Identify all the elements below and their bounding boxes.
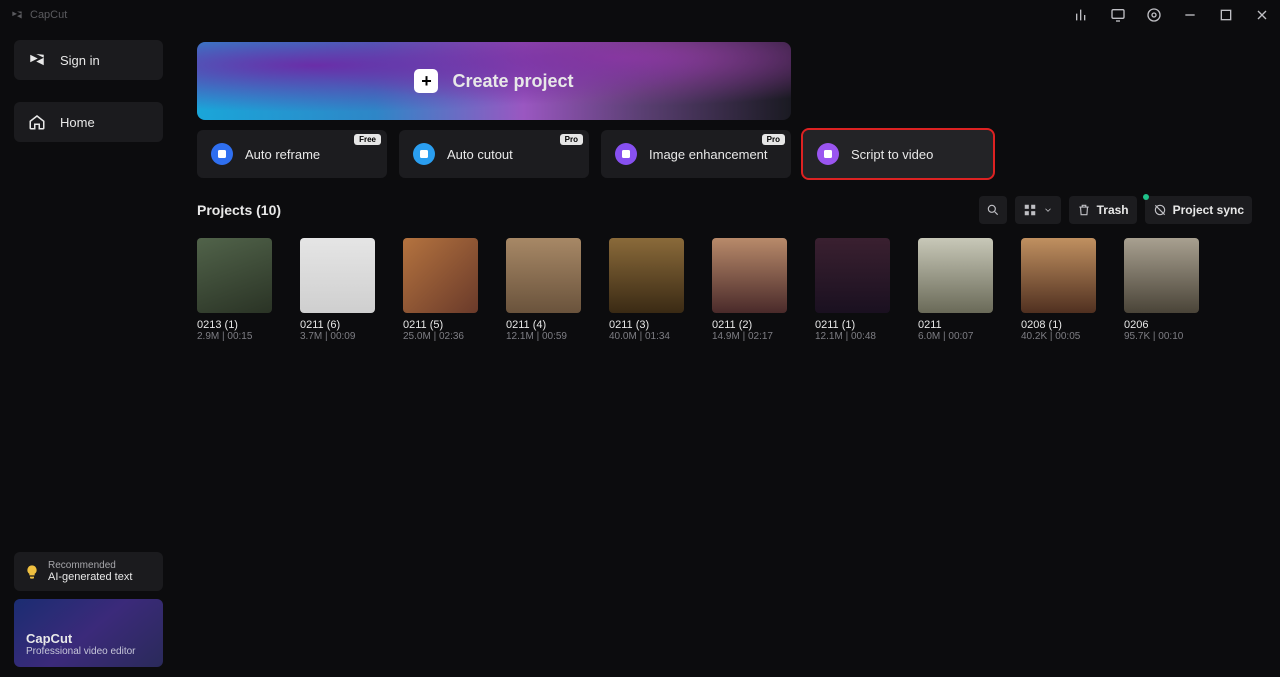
sidebar: Sign in Home Recommended AI-generated te… (0, 30, 177, 677)
recommended-text: AI-generated text (48, 571, 132, 583)
project-name: 0211 (5) (403, 319, 478, 331)
project-thumbnail (403, 238, 478, 313)
project-item[interactable]: 0213 (1)2.9M | 00:15 (197, 238, 272, 342)
settings-icon[interactable] (1146, 7, 1162, 23)
recommended-tag: Recommended (48, 560, 132, 571)
stats-icon[interactable] (1074, 7, 1090, 23)
badge: Pro (560, 134, 583, 145)
sync-icon (1153, 203, 1167, 217)
project-name: 0211 (2) (712, 319, 787, 331)
project-meta: 40.2K | 00:05 (1021, 331, 1096, 342)
feature-reframe[interactable]: Free Auto reframe (197, 130, 387, 178)
project-name: 0206 (1124, 319, 1199, 331)
enhance-icon (615, 143, 637, 165)
badge: Pro (762, 134, 785, 145)
project-item[interactable]: 0211 (2)14.9M | 02:17 (712, 238, 787, 342)
promo-subtitle: Professional video editor (26, 646, 151, 657)
project-name: 0211 (4) (506, 319, 581, 331)
project-thumbnail (1124, 238, 1199, 313)
home-icon (28, 113, 46, 131)
feature-row: Free Auto reframe Pro Auto cutout Pro Image e… (197, 130, 1252, 178)
project-item[interactable]: 0211 (5)25.0M | 02:36 (403, 238, 478, 342)
feature-label: Auto cutout (447, 147, 513, 162)
sync-label: Project sync (1173, 203, 1244, 217)
script-icon (817, 143, 839, 165)
lightbulb-icon (24, 564, 40, 580)
feature-label: Image enhancement (649, 147, 768, 162)
project-thumbnail (506, 238, 581, 313)
trash-icon (1077, 203, 1091, 217)
project-meta: 25.0M | 02:36 (403, 331, 478, 342)
feature-script[interactable]: Script to video (803, 130, 993, 178)
search-icon (986, 203, 1000, 217)
project-grid: 0213 (1)2.9M | 00:15 0211 (6)3.7M | 00:09… (197, 238, 1252, 342)
projects-header: Projects (10) Trash Project sync (197, 196, 1252, 224)
project-name: 0211 (918, 319, 993, 331)
project-meta: 95.7K | 00:10 (1124, 331, 1199, 342)
project-sync-button[interactable]: Project sync (1145, 196, 1252, 224)
project-thumbnail (197, 238, 272, 313)
app-brand: CapCut (10, 8, 67, 22)
project-meta: 6.0M | 00:07 (918, 331, 993, 342)
reframe-icon (211, 143, 233, 165)
project-name: 0208 (1) (1021, 319, 1096, 331)
app-name: CapCut (30, 9, 67, 21)
project-item[interactable]: 02116.0M | 00:07 (918, 238, 993, 342)
project-thumbnail (1021, 238, 1096, 313)
project-meta: 12.1M | 00:48 (815, 331, 890, 342)
create-label: Create project (452, 71, 573, 92)
recommended-card[interactable]: Recommended AI-generated text (14, 552, 163, 591)
project-name: 0211 (6) (300, 319, 375, 331)
promo-card[interactable]: CapCut Professional video editor (14, 599, 163, 667)
home-button[interactable]: Home (14, 102, 163, 142)
minimize-icon[interactable] (1182, 7, 1198, 23)
signin-button[interactable]: Sign in (14, 40, 163, 80)
feature-cutout[interactable]: Pro Auto cutout (399, 130, 589, 178)
project-thumbnail (815, 238, 890, 313)
plus-icon: + (414, 69, 438, 93)
projects-title: Projects (10) (197, 202, 281, 218)
titlebar: CapCut (0, 0, 1280, 30)
chevron-down-icon (1043, 203, 1053, 217)
project-item[interactable]: 0211 (4)12.1M | 00:59 (506, 238, 581, 342)
project-item[interactable]: 0211 (3)40.0M | 01:34 (609, 238, 684, 342)
project-thumbnail (712, 238, 787, 313)
close-icon[interactable] (1254, 7, 1270, 23)
project-name: 0213 (1) (197, 319, 272, 331)
view-toggle-button[interactable] (1015, 196, 1061, 224)
project-meta: 12.1M | 00:59 (506, 331, 581, 342)
promo-title: CapCut (26, 631, 151, 646)
feature-label: Script to video (851, 147, 933, 162)
content: + Create project Free Auto reframe Pro Auto… (177, 30, 1280, 677)
project-name: 0211 (1) (815, 319, 890, 331)
project-meta: 3.7M | 00:09 (300, 331, 375, 342)
app-logo-icon (10, 8, 24, 22)
signin-label: Sign in (60, 53, 100, 68)
create-project-button[interactable]: + Create project (197, 42, 791, 120)
cutout-icon (413, 143, 435, 165)
search-button[interactable] (979, 196, 1007, 224)
badge: Free (354, 134, 381, 145)
home-label: Home (60, 115, 95, 130)
project-thumbnail (300, 238, 375, 313)
project-item[interactable]: 0211 (1)12.1M | 00:48 (815, 238, 890, 342)
project-item[interactable]: 020695.7K | 00:10 (1124, 238, 1199, 342)
trash-label: Trash (1097, 203, 1129, 217)
project-name: 0211 (3) (609, 319, 684, 331)
project-item[interactable]: 0208 (1)40.2K | 00:05 (1021, 238, 1096, 342)
project-item[interactable]: 0211 (6)3.7M | 00:09 (300, 238, 375, 342)
feedback-icon[interactable] (1110, 7, 1126, 23)
project-thumbnail (609, 238, 684, 313)
trash-button[interactable]: Trash (1069, 196, 1137, 224)
project-meta: 2.9M | 00:15 (197, 331, 272, 342)
project-thumbnail (918, 238, 993, 313)
maximize-icon[interactable] (1218, 7, 1234, 23)
feature-label: Auto reframe (245, 147, 320, 162)
project-meta: 40.0M | 01:34 (609, 331, 684, 342)
signin-icon (28, 51, 46, 69)
project-meta: 14.9M | 02:17 (712, 331, 787, 342)
grid-icon (1023, 203, 1037, 217)
feature-enhance[interactable]: Pro Image enhancement (601, 130, 791, 178)
